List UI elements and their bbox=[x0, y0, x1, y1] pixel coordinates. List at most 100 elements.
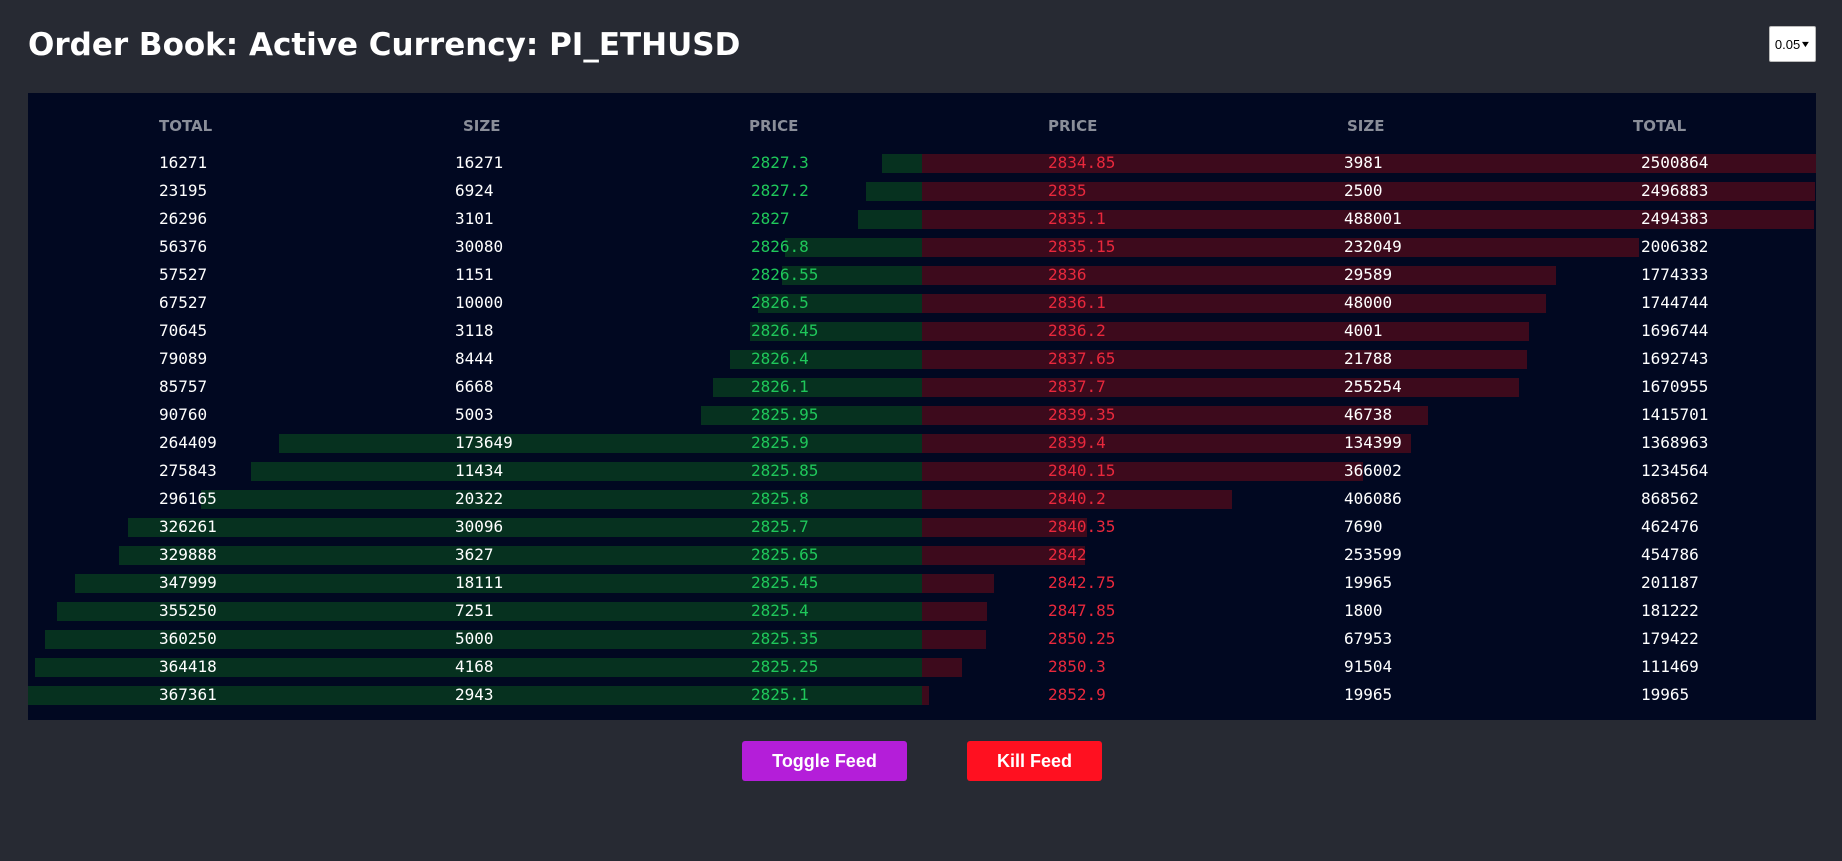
bid-size-cell: 18111 bbox=[455, 573, 504, 592]
ask-size-cell: 488001 bbox=[1344, 209, 1402, 228]
ask-price-cell: 2834.85 bbox=[1048, 153, 1116, 172]
bid-size-cell: 20322 bbox=[455, 489, 504, 508]
ask-size-cell: 21788 bbox=[1344, 349, 1393, 368]
ask-total-cell: 2006382 bbox=[1641, 237, 1709, 256]
bid-total-cell: 275843 bbox=[159, 461, 217, 480]
bid-price-cell: 2826.8 bbox=[751, 237, 809, 256]
bid-depth-bar bbox=[858, 210, 922, 229]
ask-total-cell: 2496883 bbox=[1641, 181, 1709, 200]
ask-depth-bar bbox=[922, 658, 962, 677]
bid-price-cell: 2826.5 bbox=[751, 293, 809, 312]
ask-size-cell: 253599 bbox=[1344, 545, 1402, 564]
ask-depth-bar bbox=[922, 434, 1411, 453]
ask-size-cell: 67953 bbox=[1344, 629, 1393, 648]
bid-price-header: PRICE bbox=[749, 117, 799, 135]
ask-size-cell: 134399 bbox=[1344, 433, 1402, 452]
bid-price-cell: 2826.55 bbox=[751, 265, 819, 284]
ask-total-cell: 1415701 bbox=[1641, 405, 1709, 424]
bid-size-cell: 11434 bbox=[455, 461, 504, 480]
ask-size-cell: 19965 bbox=[1344, 685, 1393, 704]
ask-size-cell: 29589 bbox=[1344, 265, 1393, 284]
bid-size-cell: 3627 bbox=[455, 545, 494, 564]
ask-total-cell: 179422 bbox=[1641, 629, 1699, 648]
kill-feed-button[interactable]: Kill Feed bbox=[967, 741, 1102, 781]
ask-total-cell: 1692743 bbox=[1641, 349, 1709, 368]
ask-price-cell: 2839.35 bbox=[1048, 405, 1116, 424]
toggle-feed-button[interactable]: Toggle Feed bbox=[742, 741, 907, 781]
table-row: 26296 3101 2827 2835.1 488001 2494383 bbox=[28, 205, 1816, 233]
bid-price-cell: 2825.65 bbox=[751, 545, 819, 564]
ask-size-cell: 2500 bbox=[1344, 181, 1383, 200]
bid-total-cell: 90760 bbox=[159, 405, 208, 424]
ask-price-cell: 2836.2 bbox=[1048, 321, 1106, 340]
chevron-down-icon: ▼ bbox=[1799, 39, 1812, 49]
ask-price-cell: 2840.2 bbox=[1048, 489, 1106, 508]
bid-size-cell: 1151 bbox=[455, 265, 494, 284]
ask-price-cell: 2835.15 bbox=[1048, 237, 1116, 256]
ask-depth-bar bbox=[922, 630, 986, 649]
ask-size-cell: 366002 bbox=[1344, 461, 1402, 480]
table-row: 57527 1151 2826.55 2836 29589 1774333 bbox=[28, 261, 1816, 289]
ask-total-cell: 201187 bbox=[1641, 573, 1699, 592]
bid-depth-bar bbox=[251, 462, 922, 481]
bid-total-cell: 67527 bbox=[159, 293, 208, 312]
ask-price-cell: 2842.75 bbox=[1048, 573, 1116, 592]
ask-price-cell: 2842 bbox=[1048, 545, 1087, 564]
ask-size-cell: 232049 bbox=[1344, 237, 1402, 256]
grouping-select[interactable]: 0.05 ▼ bbox=[1769, 26, 1816, 62]
bid-total-cell: 367361 bbox=[159, 685, 217, 704]
table-row: 67527 10000 2826.5 2836.1 48000 1744744 bbox=[28, 289, 1816, 317]
bid-total-cell: 347999 bbox=[159, 573, 217, 592]
ask-price-cell: 2837.7 bbox=[1048, 377, 1106, 396]
ask-size-cell: 255254 bbox=[1344, 377, 1402, 396]
page-title: Order Book: Active Currency: PI_ETHUSD bbox=[28, 27, 741, 63]
ask-price-cell: 2837.65 bbox=[1048, 349, 1116, 368]
bid-price-cell: 2825.8 bbox=[751, 489, 809, 508]
bid-price-cell: 2825.45 bbox=[751, 573, 819, 592]
bid-depth-bar bbox=[866, 182, 922, 201]
table-row: 264409 173649 2825.9 2839.4 134399 1368963 bbox=[28, 429, 1816, 457]
ask-price-cell: 2835 bbox=[1048, 181, 1087, 200]
bid-price-cell: 2827.2 bbox=[751, 181, 809, 200]
bid-total-cell: 85757 bbox=[159, 377, 208, 396]
ask-size-header: SIZE bbox=[1347, 117, 1385, 135]
bid-total-header: TOTAL bbox=[159, 117, 213, 135]
ask-total-cell: 1670955 bbox=[1641, 377, 1709, 396]
bid-price-cell: 2825.95 bbox=[751, 405, 819, 424]
bid-size-cell: 30096 bbox=[455, 517, 504, 536]
bid-price-cell: 2826.4 bbox=[751, 349, 809, 368]
bid-total-cell: 26296 bbox=[159, 209, 208, 228]
ask-depth-bar bbox=[922, 350, 1527, 369]
ask-price-cell: 2839.4 bbox=[1048, 433, 1106, 452]
bid-price-cell: 2826.1 bbox=[751, 377, 809, 396]
bid-price-cell: 2827 bbox=[751, 209, 790, 228]
ask-total-cell: 1368963 bbox=[1641, 433, 1709, 452]
ask-total-cell: 1696744 bbox=[1641, 321, 1709, 340]
table-row: 90760 5003 2825.95 2839.35 46738 1415701 bbox=[28, 401, 1816, 429]
ask-depth-bar bbox=[922, 602, 987, 621]
bid-total-cell: 57527 bbox=[159, 265, 208, 284]
bid-size-cell: 4168 bbox=[455, 657, 494, 676]
bid-price-cell: 2825.9 bbox=[751, 433, 809, 452]
ask-size-cell: 91504 bbox=[1344, 657, 1393, 676]
bid-depth-bar bbox=[882, 154, 922, 173]
table-row: 56376 30080 2826.8 2835.15 232049 2006382 bbox=[28, 233, 1816, 261]
bid-total-cell: 79089 bbox=[159, 349, 208, 368]
table-row: 329888 3627 2825.65 2842 253599 454786 bbox=[28, 541, 1816, 569]
ask-size-cell: 406086 bbox=[1344, 489, 1402, 508]
bid-size-cell: 6924 bbox=[455, 181, 494, 200]
ask-depth-bar bbox=[922, 574, 994, 593]
table-row: 79089 8444 2826.4 2837.65 21788 1692743 bbox=[28, 345, 1816, 373]
ask-total-cell: 111469 bbox=[1641, 657, 1699, 676]
bid-size-cell: 3101 bbox=[455, 209, 494, 228]
bid-price-cell: 2825.1 bbox=[751, 685, 809, 704]
grouping-select-value: 0.05 bbox=[1774, 36, 1801, 52]
ask-price-header: PRICE bbox=[1048, 117, 1098, 135]
table-row: 85757 6668 2826.1 2837.7 255254 1670955 bbox=[28, 373, 1816, 401]
ask-depth-bar bbox=[922, 294, 1546, 313]
ask-total-header: TOTAL bbox=[1633, 117, 1687, 135]
table-row: 360250 5000 2825.35 2850.25 67953 179422 bbox=[28, 625, 1816, 653]
bid-price-cell: 2825.35 bbox=[751, 629, 819, 648]
bid-price-cell: 2825.25 bbox=[751, 657, 819, 676]
ask-size-cell: 7690 bbox=[1344, 517, 1383, 536]
